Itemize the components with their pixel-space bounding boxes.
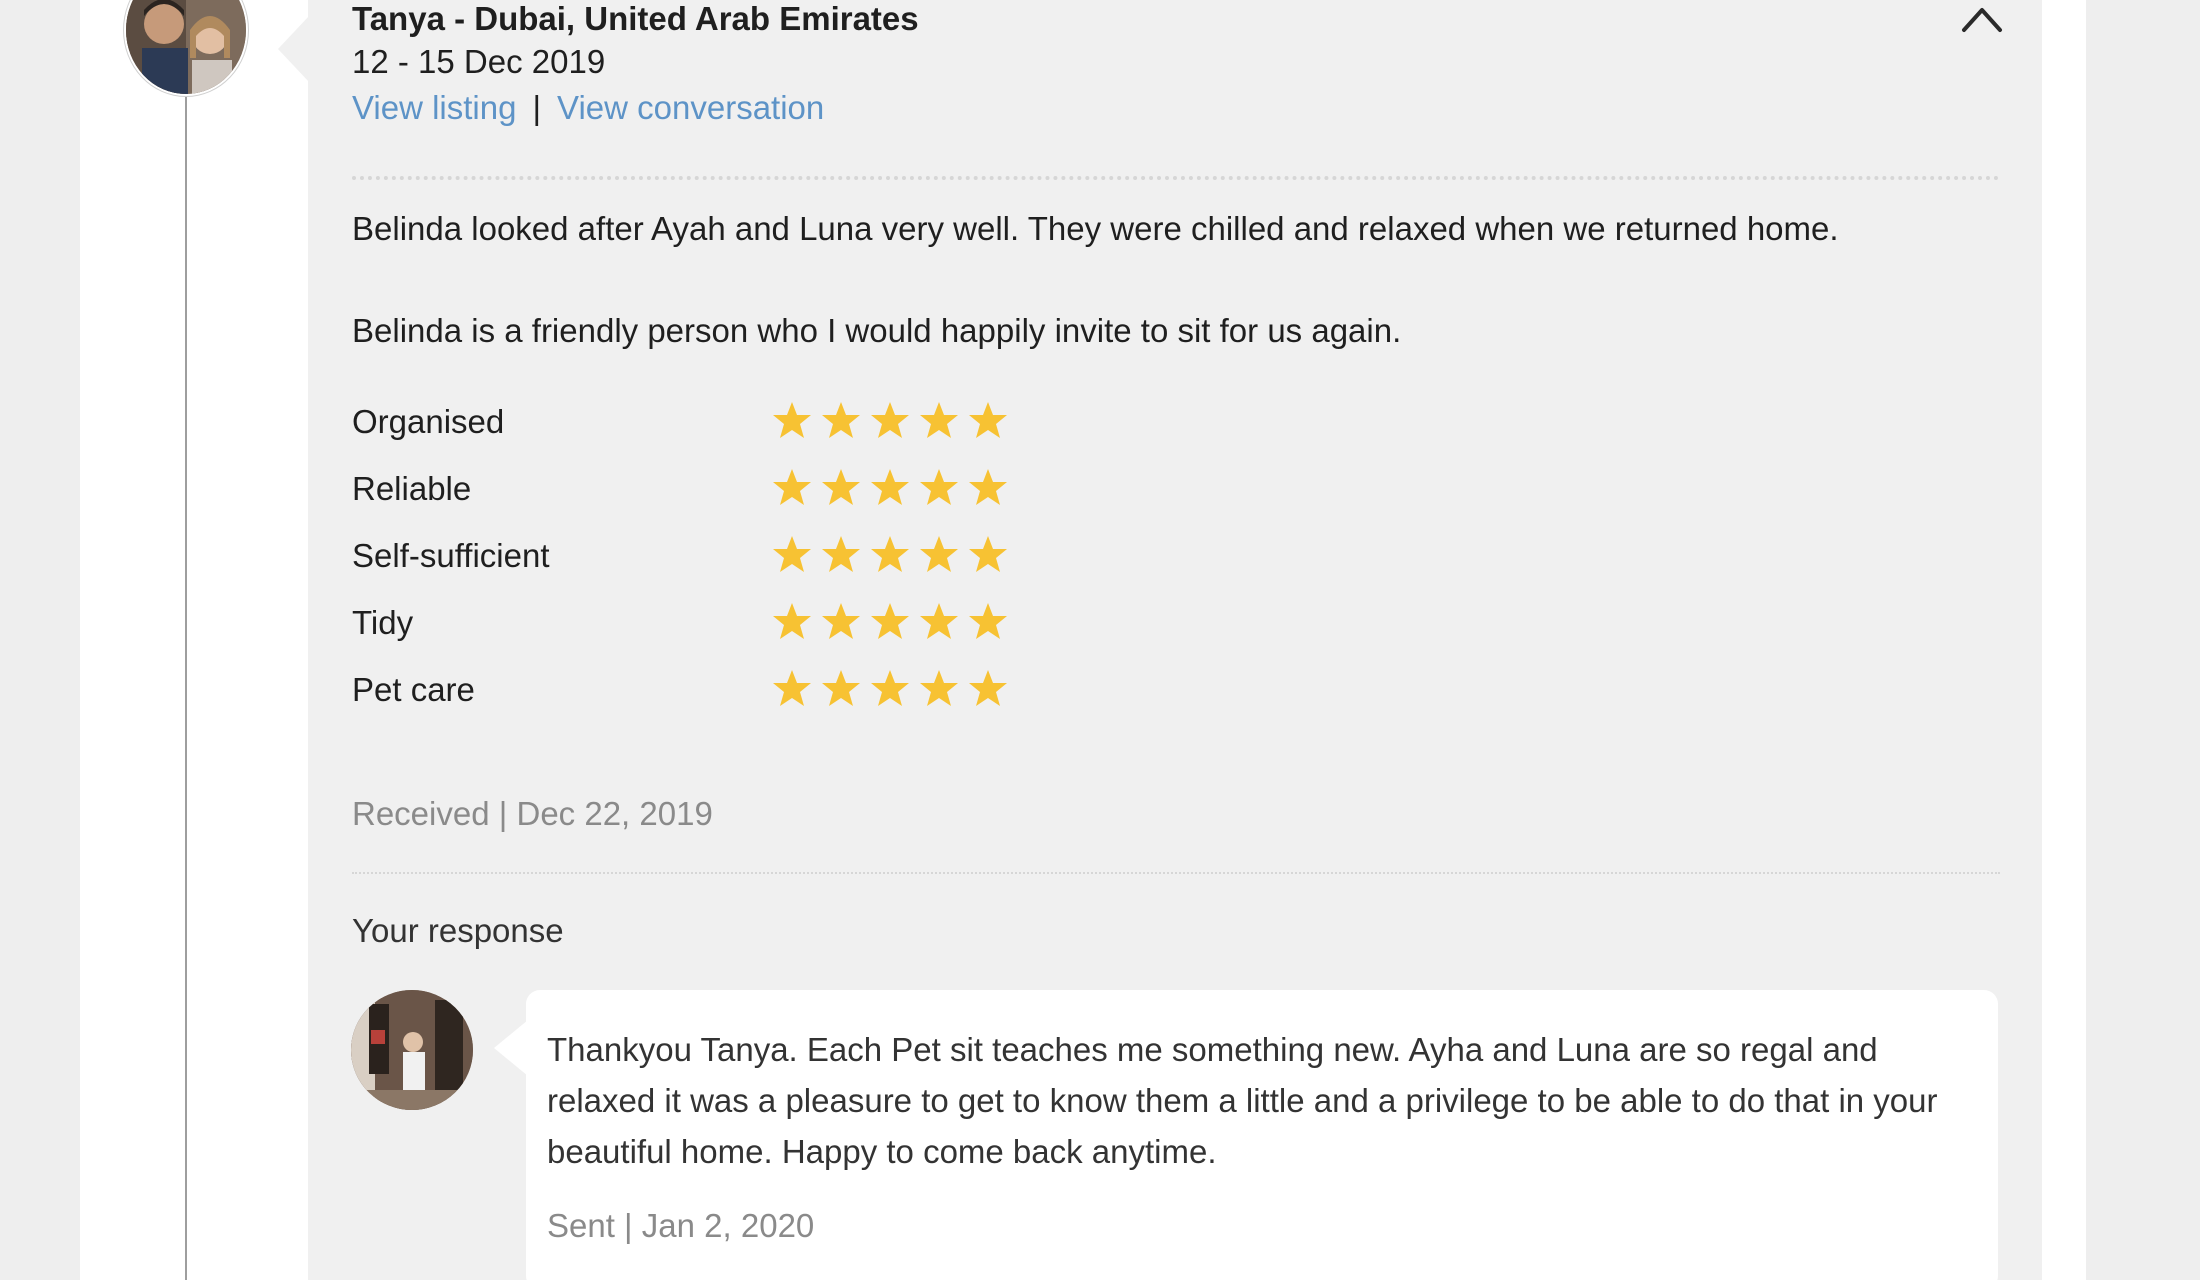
- rating-stars: [772, 466, 1008, 508]
- rating-stars: [772, 600, 1008, 642]
- star-icon: [871, 469, 909, 505]
- rating-label: Pet care: [352, 671, 475, 708]
- star-icon: [773, 603, 811, 639]
- star-icon: [871, 536, 909, 572]
- response-text: Thankyou Tanya. Each Pet sit teaches me …: [547, 1031, 1938, 1170]
- star-icon: [773, 402, 811, 438]
- rating-stars: [772, 667, 1008, 709]
- star-icon: [822, 603, 860, 639]
- star-icon: [773, 536, 811, 572]
- timeline-line: [185, 60, 187, 1280]
- card-pointer: [278, 15, 310, 83]
- divider-dotted: [352, 176, 2000, 180]
- star-icon: [773, 469, 811, 505]
- star-icon: [773, 670, 811, 706]
- star-icon: [920, 536, 958, 572]
- rating-label: Tidy: [352, 604, 414, 641]
- left-margin: [0, 0, 80, 1280]
- star-icon: [822, 670, 860, 706]
- response-heading: Your response: [352, 912, 564, 949]
- rating-label: Reliable: [352, 470, 472, 507]
- star-icon: [920, 469, 958, 505]
- response-pointer: [494, 1020, 528, 1076]
- star-icon: [969, 536, 1007, 572]
- star-icon: [822, 469, 860, 505]
- sitter-avatar: [351, 990, 473, 1110]
- star-icon: [871, 402, 909, 438]
- star-icon: [871, 603, 909, 639]
- host-name: Tanya - Dubai, United Arab Emirates: [352, 0, 919, 37]
- rating-stars: [772, 399, 1008, 441]
- star-icon: [969, 469, 1007, 505]
- rating-label: Self-sufficient: [352, 537, 550, 574]
- divider-dotted: [352, 872, 2000, 874]
- chevron-up-icon[interactable]: [1958, 0, 2006, 40]
- review-links: View listing | View conversation: [352, 89, 824, 127]
- review-page: Tanya - Dubai, United Arab Emirates 12 -…: [0, 0, 2200, 1280]
- star-icon: [969, 402, 1007, 438]
- star-icon: [920, 402, 958, 438]
- star-icon: [822, 536, 860, 572]
- rating-label: Organised: [352, 403, 505, 440]
- star-icon: [920, 670, 958, 706]
- star-icon: [969, 670, 1007, 706]
- review-paragraph-1: Belinda looked after Ayah and Luna very …: [352, 210, 1839, 247]
- stay-dates: 12 - 15 Dec 2019: [352, 43, 606, 80]
- sent-date: Sent | Jan 2, 2020: [547, 1207, 815, 1244]
- link-separator: |: [532, 89, 542, 126]
- view-conversation-link[interactable]: View conversation: [557, 89, 824, 126]
- view-listing-link[interactable]: View listing: [352, 89, 516, 126]
- received-date: Received | Dec 22, 2019: [352, 795, 713, 832]
- rating-stars: [772, 533, 1008, 575]
- star-icon: [822, 402, 860, 438]
- star-icon: [920, 603, 958, 639]
- star-icon: [969, 603, 1007, 639]
- star-icon: [871, 670, 909, 706]
- review-paragraph-2: Belinda is a friendly person who I would…: [352, 312, 1402, 349]
